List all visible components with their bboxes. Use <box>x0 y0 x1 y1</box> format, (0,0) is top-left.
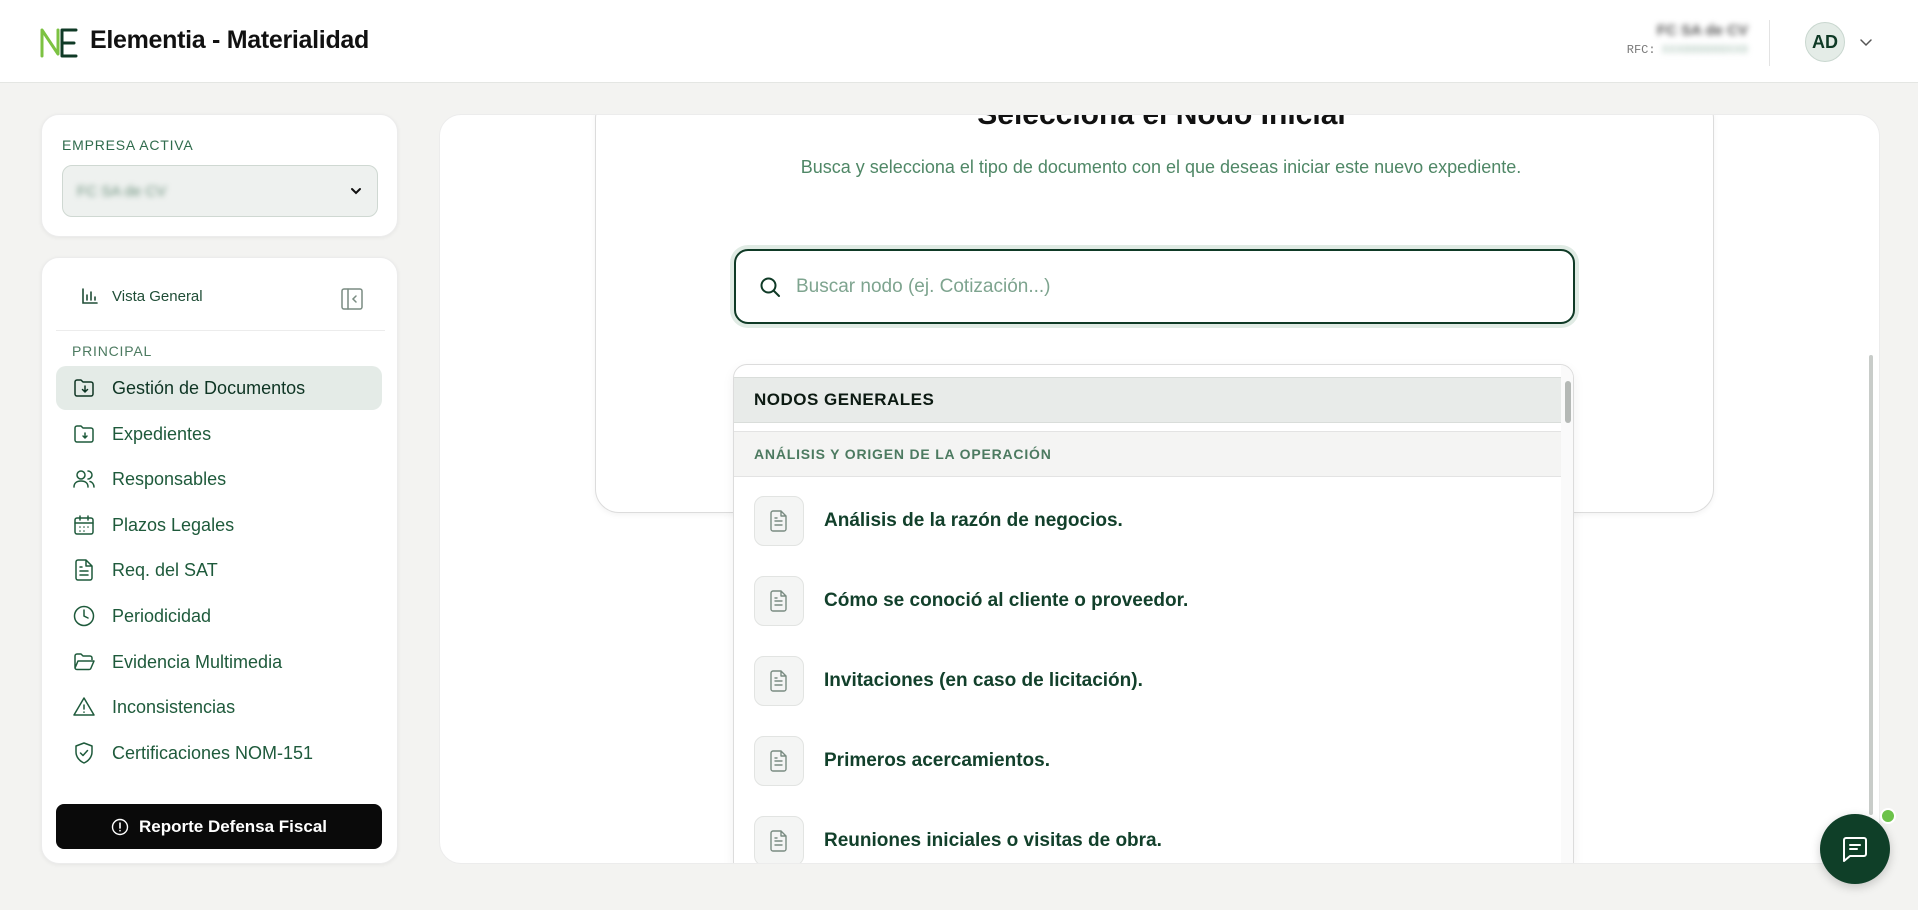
document-icon <box>754 496 804 546</box>
dropdown-item[interactable]: Primeros acercamientos. <box>754 735 1544 787</box>
sidebar-item-vista-general[interactable]: Vista General <box>80 286 203 306</box>
sidebar-item-inconsistencias[interactable]: Inconsistencias <box>56 685 382 729</box>
empresa-select[interactable]: FC SA de CV <box>62 165 378 217</box>
top-header: Elementia - Materialidad FC SA de CV RFC… <box>0 0 1918 83</box>
dropdown-subgroup-header: ANÁLISIS Y ORIGEN DE LA OPERACIÓN <box>734 431 1561 477</box>
dropdown-item[interactable]: Invitaciones (en caso de licitación). <box>754 655 1544 707</box>
sidebar-item-label: Gestión de Documentos <box>112 377 306 398</box>
document-icon <box>754 576 804 626</box>
sidebar-item-label: Responsables <box>112 468 227 489</box>
sidebar-nav: Vista General PRINCIPAL Gestión de Docum… <box>41 257 398 864</box>
document-icon <box>754 736 804 786</box>
elementia-logo <box>40 28 78 58</box>
search-input[interactable] <box>796 275 1556 298</box>
sidebar-item-certificaciones-nom-151[interactable]: Certificaciones NOM-151 <box>56 731 382 775</box>
search-icon <box>760 277 780 297</box>
sidebar-item-label: Periodicidad <box>112 605 212 626</box>
bar-chart-icon <box>82 288 98 304</box>
dropdown-scrollbar[interactable] <box>1561 365 1573 863</box>
main-scrollbar[interactable] <box>1869 355 1873 815</box>
warning-icon <box>73 697 95 716</box>
user-avatar[interactable]: AD <box>1805 22 1845 62</box>
empresa-activa-card: EMPRESA ACTIVA FC SA de CV <box>41 114 398 237</box>
rfc-label: RFC: <box>1626 43 1656 57</box>
dropdown-item-label: Cómo se conoció al cliente o proveedor. <box>824 590 1189 611</box>
rfc-value: XXX000000XX0 <box>1661 43 1748 57</box>
node-search-field[interactable] <box>734 249 1575 324</box>
calendar-icon <box>74 515 94 535</box>
dropdown-item[interactable]: Análisis de la razón de negocios. <box>754 495 1544 547</box>
folder-open-icon <box>74 653 95 671</box>
app-title: Elementia - Materialidad <box>90 26 369 54</box>
users-icon <box>73 470 95 488</box>
sidebar-item-expedientes[interactable]: Expedientes <box>56 412 382 456</box>
folder-icon <box>74 425 94 443</box>
dropdown-scrollbar-thumb[interactable] <box>1565 381 1571 423</box>
sidebar-item-label: Plazos Legales <box>112 514 235 535</box>
page-subtitle: Busca y selecciona el tipo de documento … <box>800 157 1522 177</box>
sidebar-item-req-sat[interactable]: Req. del SAT <box>56 548 382 592</box>
header-company-info: FC SA de CV RFC: XXX000000XX0 <box>1627 22 1748 57</box>
sidebar-item-label: Inconsistencias <box>112 696 236 717</box>
shield-check-icon <box>75 742 93 764</box>
document-icon <box>75 559 93 581</box>
clock-icon <box>73 605 95 627</box>
document-icon <box>754 656 804 706</box>
vista-general-label: Vista General <box>112 287 203 305</box>
chevron-down-icon[interactable] <box>1858 34 1874 50</box>
dropdown-group-header: NODOS GENERALES <box>734 377 1561 423</box>
sidebar-item-label: Evidencia Multimedia <box>112 651 283 672</box>
header-divider <box>1769 20 1770 66</box>
chat-icon <box>1843 837 1867 862</box>
sidebar-item-label: Req. del SAT <box>112 559 218 580</box>
node-dropdown-list: NODOS GENERALES ANÁLISIS Y ORIGEN DE LA … <box>733 364 1574 863</box>
folder-download-icon <box>74 379 94 397</box>
sidebar-item-gestion-documentos[interactable]: Gestión de Documentos <box>56 366 382 410</box>
dropdown-item[interactable]: Cómo se conoció al cliente o proveedor. <box>754 575 1544 627</box>
collapse-sidebar-icon[interactable] <box>339 286 365 312</box>
dropdown-item-label: Invitaciones (en caso de licitación). <box>824 670 1143 691</box>
page-title: Selecciona el Nodo Inicial <box>977 114 1346 131</box>
sidebar-item-periodicidad[interactable]: Periodicidad <box>56 594 382 638</box>
document-icon <box>754 816 804 863</box>
chat-button[interactable] <box>1820 814 1890 884</box>
sidebar-item-label: Expedientes <box>112 423 212 444</box>
sidebar-item-label: Certificaciones NOM-151 <box>112 742 314 763</box>
alert-circle-icon <box>111 818 129 835</box>
empresa-select-value: FC SA de CV <box>77 182 167 200</box>
dropdown-item-label: Reuniones iniciales o visitas de obra. <box>824 830 1162 851</box>
reporte-button-label: Reporte Defensa Fiscal <box>138 816 327 836</box>
header-rfc: RFC: XXX000000XX0 <box>1627 43 1748 57</box>
dropdown-item-label: Primeros acercamientos. <box>824 750 1051 771</box>
dropdown-item[interactable]: Reuniones iniciales o visitas de obra. <box>754 815 1544 863</box>
main-content-panel: Selecciona el Nodo Inicial Busca y selec… <box>439 114 1880 864</box>
section-label-principal: PRINCIPAL <box>72 343 153 359</box>
divider <box>56 330 385 331</box>
chevron-down-icon <box>351 188 361 195</box>
sidebar-item-plazos-legales[interactable]: Plazos Legales <box>56 503 382 547</box>
sidebar-item-responsables[interactable]: Responsables <box>56 457 382 501</box>
dropdown-item-label: Análisis de la razón de negocios. <box>824 510 1123 531</box>
header-company-name: FC SA de CV <box>1656 22 1748 39</box>
reporte-defensa-fiscal-button[interactable]: Reporte Defensa Fiscal <box>56 804 382 849</box>
sidebar-item-evidencia-multimedia[interactable]: Evidencia Multimedia <box>56 640 382 684</box>
empresa-activa-label: EMPRESA ACTIVA <box>62 137 194 153</box>
online-status-dot <box>1880 808 1896 824</box>
